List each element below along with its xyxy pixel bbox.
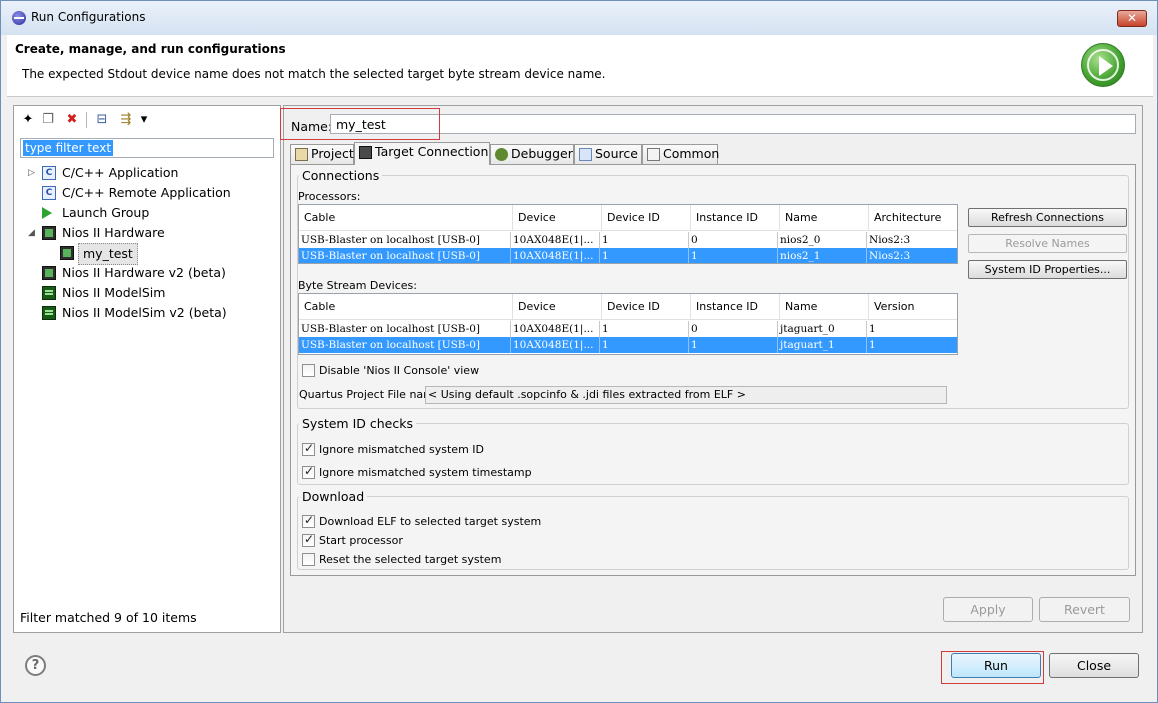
filter-text: type filter text [23,140,114,156]
resolve-names-button[interactable]: Resolve Names [968,234,1127,253]
ignore-timestamp-label: Ignore mismatched system timestamp [319,466,532,479]
ignore-timestamp-checkbox[interactable] [302,464,315,479]
download-elf-label: Download ELF to selected target system [319,515,542,528]
tree-item-launch-group[interactable]: Launch Group [28,203,278,223]
nios-hardware-icon [42,226,56,240]
run-highlight-box [941,651,1044,684]
tree-item-c-application[interactable]: ▷ C C/C++ Application [28,163,278,183]
modelsim-icon [42,286,56,300]
column-header[interactable]: Device [513,294,602,320]
processors-table-header: Cable Device Device ID Instance ID Name … [299,205,957,231]
tree-item-nios-ii-modelsim[interactable]: Nios II ModelSim [28,283,278,303]
dialog-header: Create, manage, and run configurations T… [7,35,1153,97]
table-row-selected[interactable]: USB-Blaster on localhost [USB-0] 10AX048… [299,248,957,263]
disable-console-checkbox[interactable] [302,364,315,377]
tab-target-connection[interactable]: Target Connection [354,142,490,165]
filter-icon[interactable]: ⇶ [118,112,134,128]
eclipse-icon [12,11,26,25]
ignore-system-id-checkbox[interactable] [302,441,315,456]
column-header[interactable]: Instance ID [691,205,780,231]
header-message: The expected Stdout device name does not… [22,67,606,81]
column-header[interactable]: Name [780,294,869,320]
expand-icon[interactable]: ▷ [28,163,38,183]
common-icon [647,148,660,161]
help-icon[interactable]: ? [25,655,46,676]
close-button[interactable]: Close [1049,653,1139,678]
configuration-editor-panel: Name: my_test Project Target Connection … [280,105,1143,633]
column-header[interactable]: Version [869,294,957,320]
new-config-icon[interactable]: ✦ [20,112,36,128]
tree-item-nios-ii-modelsim-v2[interactable]: Nios II ModelSim v2 (beta) [28,303,278,323]
modelsim-icon [42,306,56,320]
column-header[interactable]: Name [780,205,869,231]
collapse-icon[interactable]: ◢ [28,223,38,243]
filter-status: Filter matched 9 of 10 items [20,610,197,625]
launch-group-icon [42,207,52,219]
project-icon [295,148,308,161]
apply-button[interactable]: Apply [943,597,1033,622]
processors-table[interactable]: Cable Device Device ID Instance ID Name … [298,204,958,264]
ignore-system-id-label: Ignore mismatched system ID [319,443,484,456]
table-row[interactable]: USB-Blaster on localhost [USB-0] 10AX048… [299,321,957,337]
run-configurations-dialog: Run Configurations ✕ Create, manage, and… [0,0,1158,703]
start-processor-label: Start processor [319,534,403,547]
revert-button[interactable]: Revert [1039,597,1130,622]
tab-common[interactable]: Common [642,144,719,164]
download-title: Download [299,489,368,504]
download-elf-checkbox[interactable] [302,513,315,528]
disable-console-label: Disable 'Nios II Console' view [319,364,480,377]
tree-item-my-test[interactable]: my_test [46,243,278,265]
tree-item-nios-ii-hardware-v2[interactable]: Nios II Hardware v2 (beta) [28,263,278,283]
delete-config-icon[interactable]: ✖ [64,112,80,128]
system-id-checks-title: System ID checks [299,416,416,431]
run-banner-icon [1081,43,1125,87]
reset-target-label: Reset the selected target system [319,553,502,566]
start-processor-checkbox[interactable] [302,532,315,547]
reset-target-checkbox[interactable] [302,553,315,566]
c-remote-icon: C [42,186,56,200]
configuration-list-panel: ✦ ❐ ✖ ⊟ ⇶ ▾ type filter text ▷ C C/C++ A… [13,105,281,633]
tab-source[interactable]: Source [574,144,642,164]
column-header[interactable]: Device [513,205,602,231]
byte-stream-devices-label: Byte Stream Devices: [298,279,417,292]
byte-stream-devices-table[interactable]: Cable Device Device ID Instance ID Name … [298,293,958,355]
nios-hardware-icon [42,266,56,280]
title-bar: Run Configurations ✕ [1,1,1157,35]
debugger-icon [495,148,508,161]
table-row-selected[interactable]: USB-Blaster on localhost [USB-0] 10AX048… [299,337,957,353]
bsd-table-header: Cable Device Device ID Instance ID Name … [299,294,957,320]
column-header[interactable]: Architecture [869,205,957,231]
header-heading: Create, manage, and run configurations [15,42,286,56]
filter-menu-icon[interactable]: ▾ [136,112,152,128]
collapse-all-icon[interactable]: ⊟ [94,112,110,128]
system-id-properties-button[interactable]: System ID Properties... [968,260,1127,279]
nios-hardware-icon [60,246,74,260]
column-header[interactable]: Instance ID [691,294,780,320]
qpf-label: Quartus Project File name: [299,388,445,401]
column-header[interactable]: Cable [299,205,513,231]
window-title: Run Configurations [31,10,146,24]
name-input[interactable]: my_test [330,114,1136,134]
target-connection-tab-content: Connections Processors: Cable Device Dev… [290,164,1136,576]
c-app-icon: C [42,166,56,180]
filter-input[interactable]: type filter text [20,138,274,158]
name-highlight-box [280,108,440,140]
tree-item-nios-ii-hardware[interactable]: ◢ Nios II Hardware [28,223,278,243]
duplicate-config-icon[interactable]: ❐ [40,112,56,128]
table-row[interactable]: USB-Blaster on localhost [USB-0] 10AX048… [299,232,957,248]
processors-label: Processors: [298,190,361,203]
column-header[interactable]: Cable [299,294,513,320]
column-header[interactable]: Device ID [602,205,691,231]
qpf-input[interactable]: < Using default .sopcinfo & .jdi files e… [425,386,947,404]
tab-debugger[interactable]: Debugger [490,144,574,164]
tree-item-c-remote-application[interactable]: C C/C++ Remote Application [28,183,278,203]
target-connection-icon [359,146,372,159]
refresh-connections-button[interactable]: Refresh Connections [968,208,1127,227]
window-close-button[interactable]: ✕ [1117,10,1147,27]
source-icon [579,148,592,161]
connections-title: Connections [299,168,383,183]
column-header[interactable]: Device ID [602,294,691,320]
tab-project[interactable]: Project [290,144,354,164]
